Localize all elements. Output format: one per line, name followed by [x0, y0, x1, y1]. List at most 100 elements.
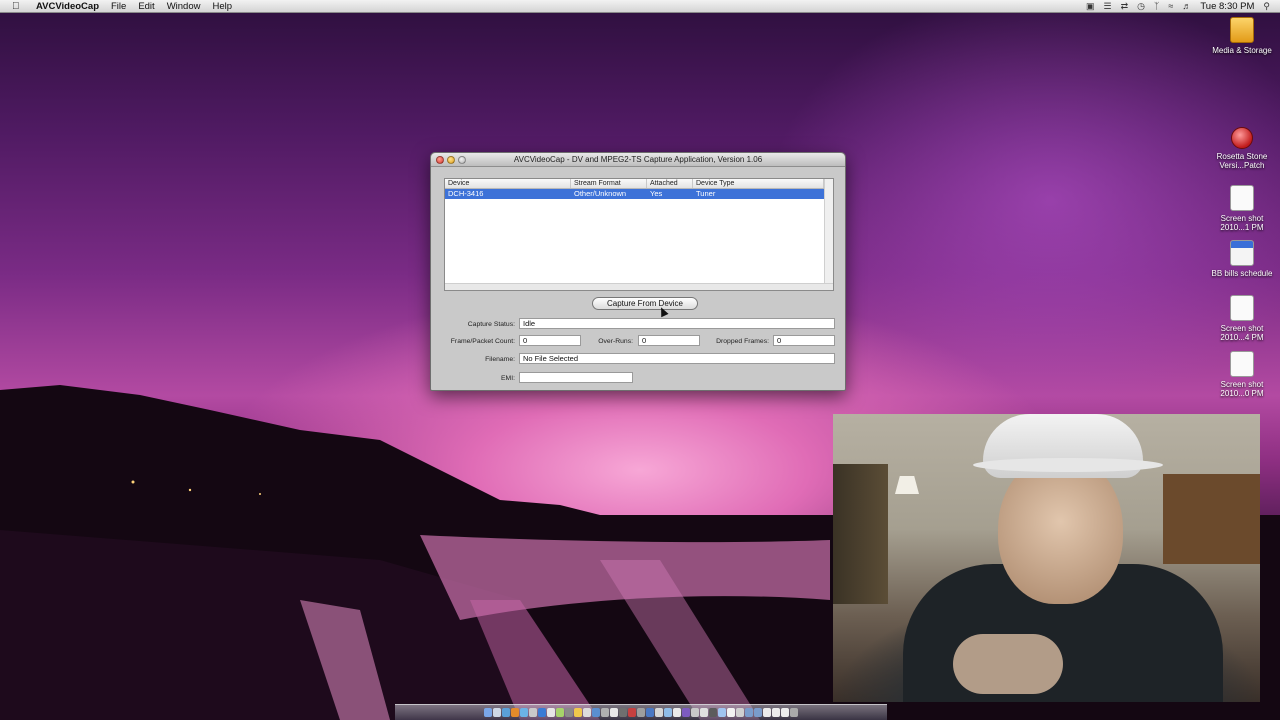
desktop-icon-bb-bills[interactable]: BB bills schedule [1207, 240, 1277, 278]
dock-app-icon[interactable] [601, 708, 609, 717]
dock [395, 704, 887, 720]
drive-icon [1230, 17, 1254, 43]
dock-app-icon[interactable] [637, 708, 645, 717]
sync-icon[interactable]: ⇄ [1121, 1, 1129, 12]
dock-app-icon[interactable] [547, 708, 555, 717]
menu-clock[interactable]: Tue 8:30 PM [1200, 1, 1254, 12]
window-title: AVCVideoCap - DV and MPEG2-TS Capture Ap… [513, 155, 763, 164]
dropped-frames-field: 0 [773, 335, 835, 346]
menu-window[interactable]: Window [167, 1, 201, 12]
cell-device-type: Tuner [696, 189, 716, 198]
desktop-icon-screenshot-1[interactable]: Screen shot 2010...1 PM [1207, 185, 1277, 232]
window-titlebar[interactable]: AVCVideoCap - DV and MPEG2-TS Capture Ap… [431, 153, 845, 167]
desktop-icon-label: Screen shot 2010...0 PM [1220, 380, 1264, 398]
dock-app-icon[interactable] [502, 708, 510, 717]
menu-bar:  AVCVideoCap File Edit Window Help ▣ ☰ … [0, 0, 1280, 13]
time-machine-icon[interactable]: ◷ [1137, 1, 1145, 12]
dock-app-icon[interactable] [700, 708, 708, 717]
capture-status-field: Idle [519, 318, 835, 329]
avcvideocap-window: AVCVideoCap - DV and MPEG2-TS Capture Ap… [430, 152, 846, 391]
dock-app-icon[interactable] [646, 708, 654, 717]
table-vertical-scrollbar[interactable] [824, 179, 833, 290]
dock-app-icon[interactable] [565, 708, 573, 717]
capture-from-device-button[interactable]: Capture From Device [592, 297, 698, 310]
dropped-frames-label: Dropped Frames: [716, 338, 769, 345]
column-header-device-type[interactable]: Device Type [693, 179, 824, 188]
document-icon [1230, 240, 1254, 266]
filename-label: Filename: [485, 356, 515, 363]
dock-app-icon[interactable] [736, 708, 744, 717]
dock-app-icon[interactable] [655, 708, 663, 717]
table-row[interactable]: DCH-3416 Other/Unknown Yes Tuner [445, 189, 833, 199]
finder-dock-icon[interactable] [484, 708, 492, 717]
dock-app-icon[interactable] [493, 708, 501, 717]
table-horizontal-scrollbar[interactable] [445, 283, 833, 290]
dock-app-icon[interactable] [610, 708, 618, 717]
device-table[interactable]: Device Stream Format Attached Device Typ… [444, 178, 834, 291]
screen-recorder-icon[interactable]: ▣ [1086, 1, 1095, 12]
filename-field: No File Selected [519, 353, 835, 364]
dock-app-icon[interactable] [727, 708, 735, 717]
dock-app-icon[interactable] [718, 708, 726, 717]
frame-packet-count-label: Frame/Packet Count: [450, 338, 515, 345]
dock-app-icon[interactable] [520, 708, 528, 717]
dock-app-icon[interactable] [664, 708, 672, 717]
column-header-device[interactable]: Device [445, 179, 571, 188]
menu-app-name[interactable]: AVCVideoCap [36, 1, 99, 12]
dock-document-icon[interactable] [781, 708, 789, 717]
desktop-icon-label: Screen shot 2010...1 PM [1220, 214, 1264, 232]
dock-app-icon[interactable] [619, 708, 627, 717]
spotlight-search-icon[interactable]: ⚲ [1263, 1, 1270, 12]
desktop-icon-label: Rosetta Stone Versi...Patch [1216, 152, 1268, 170]
dock-app-icon[interactable] [511, 708, 519, 717]
desktop-icon-media-storage[interactable]: Media & Storage [1207, 17, 1277, 55]
dock-app-icon[interactable] [682, 708, 690, 717]
cell-stream-format: Other/Unknown [574, 189, 627, 198]
column-header-stream-format[interactable]: Stream Format [571, 179, 647, 188]
document-icon [1230, 295, 1254, 321]
bookshelf [833, 464, 888, 604]
desktop-icon-screenshot-2[interactable]: Screen shot 2010...4 PM [1207, 295, 1277, 342]
dock-document-icon[interactable] [772, 708, 780, 717]
desktop-icon-label: Screen shot 2010...4 PM [1220, 324, 1264, 342]
desktop-icon-screenshot-3[interactable]: Screen shot 2010...0 PM [1207, 351, 1277, 398]
dock-app-icon[interactable] [538, 708, 546, 717]
dock-app-icon[interactable] [574, 708, 582, 717]
desktop-icon-label: Media & Storage [1212, 46, 1272, 55]
dock-app-icon[interactable] [709, 708, 717, 717]
apple-menu-icon[interactable]:  [12, 1, 26, 12]
dock-document-icon[interactable] [763, 708, 771, 717]
cap-brim [973, 458, 1163, 472]
menu-edit[interactable]: Edit [138, 1, 154, 12]
webcam-video-overlay [833, 414, 1260, 702]
trash-icon[interactable] [790, 708, 798, 717]
capture-status-label: Capture Status: [467, 321, 515, 328]
frame-packet-count-field: 0 [519, 335, 581, 346]
dock-folder-icon[interactable] [754, 708, 762, 717]
dock-app-icon[interactable] [592, 708, 600, 717]
desktop-icon-rosetta[interactable]: Rosetta Stone Versi...Patch [1207, 127, 1277, 170]
wifi-icon[interactable]: ≈ [1168, 1, 1173, 11]
menu-file[interactable]: File [111, 1, 126, 12]
menu-help[interactable]: Help [212, 1, 232, 12]
document-icon [1230, 351, 1254, 377]
over-runs-label: Over-Runs: [598, 338, 633, 345]
over-runs-field: 0 [638, 335, 700, 346]
cell-device: DCH-3416 [448, 189, 484, 198]
document-icon [1230, 185, 1254, 211]
person-hand [953, 634, 1063, 694]
dock-app-icon[interactable] [556, 708, 564, 717]
lamp [895, 476, 919, 494]
dock-app-icon[interactable] [628, 708, 636, 717]
device-table-header: Device Stream Format Attached Device Typ… [445, 179, 833, 189]
dock-app-icon[interactable] [691, 708, 699, 717]
emi-field [519, 372, 633, 383]
dock-app-icon[interactable] [673, 708, 681, 717]
column-header-attached[interactable]: Attached [647, 179, 693, 188]
volume-icon[interactable]: ♬ [1182, 1, 1191, 11]
dock-app-icon[interactable] [529, 708, 537, 717]
dock-app-icon[interactable] [583, 708, 591, 717]
bluetooth-icon[interactable]: ᛉ [1154, 1, 1159, 11]
dock-folder-icon[interactable] [745, 708, 753, 717]
list-icon[interactable]: ☰ [1104, 1, 1112, 12]
